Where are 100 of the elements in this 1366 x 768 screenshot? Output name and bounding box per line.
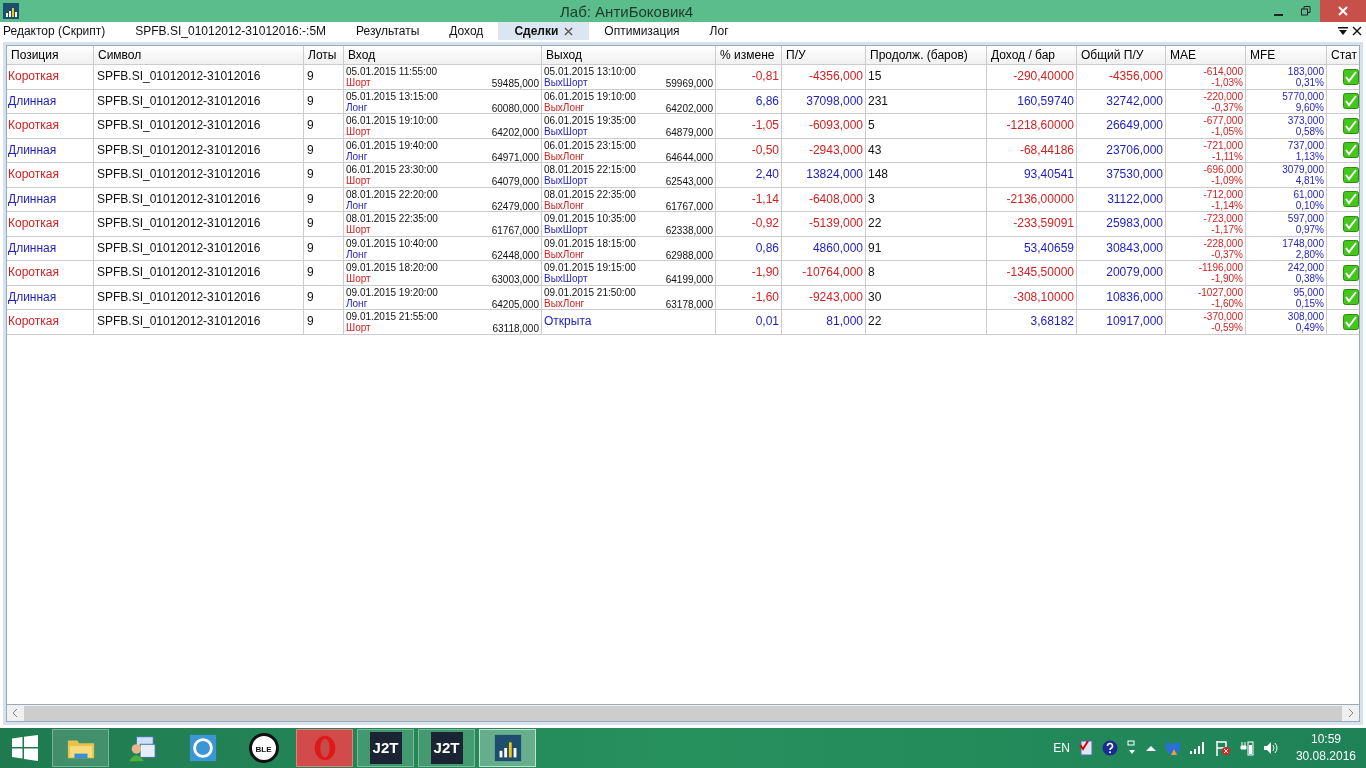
mae-value-percent: -1,90% — [1211, 273, 1243, 284]
people-chart-icon[interactable] — [126, 733, 157, 763]
profit-loss: -4356,000 — [808, 69, 863, 83]
windows-logo-icon[interactable] — [12, 735, 38, 761]
mfe-value: 3079,000 — [1282, 164, 1324, 175]
bar-chart-app-icon[interactable] — [492, 733, 523, 763]
column-header[interactable]: Лоты — [304, 46, 344, 64]
position-text: Длинная — [8, 240, 57, 255]
column-header[interactable]: MFE — [1246, 46, 1327, 64]
bars-count: 22 — [868, 216, 882, 230]
lots-text: 9 — [307, 191, 314, 206]
profit-loss: -9243,000 — [808, 289, 863, 304]
help-icon[interactable] — [1101, 740, 1118, 756]
speaker-icon[interactable] — [1262, 741, 1279, 755]
tab[interactable]: Результаты — [341, 22, 435, 40]
mfe-value: 242,000 — [1287, 262, 1324, 273]
circle-app-icon[interactable] — [187, 733, 218, 763]
time-text: 08.01.2015 22:35:00 — [544, 188, 636, 200]
lots-text: 9 — [307, 289, 314, 304]
mfe-value: 5770,000 — [1282, 90, 1324, 102]
clock-date[interactable]: 30.08.2016 — [1295, 748, 1356, 765]
total-profit-loss: 20079,000 — [1106, 265, 1163, 279]
shield-warning-icon[interactable] — [1164, 740, 1181, 756]
tab[interactable]: SPFB.SI_01012012-31012016:-:5M — [120, 22, 342, 40]
close-icon[interactable] — [1352, 26, 1362, 36]
price-text: 62448,000 — [491, 248, 539, 260]
signal-text: ВыхЛонг — [544, 297, 585, 309]
time-text: 05.01.2015 13:10:00 — [544, 66, 636, 77]
profit-loss: 81,000 — [826, 314, 863, 328]
taskbar-button[interactable]: J2T — [418, 729, 475, 767]
mae-value: -1196,000 — [1198, 262, 1243, 273]
price-text: 62543,000 — [665, 175, 713, 187]
price-text: 62338,000 — [665, 224, 713, 236]
position-text: Длинная — [8, 289, 57, 304]
tab[interactable]: Сделки — [498, 22, 590, 40]
column-header[interactable]: Доход / бар — [987, 46, 1077, 64]
j2t-logo[interactable]: J2T — [369, 732, 402, 764]
mfe-value: 737,000 — [1287, 139, 1324, 151]
tab[interactable]: Оптимизация — [589, 22, 695, 40]
price-text: 63118,000 — [492, 322, 539, 334]
taskbar-button[interactable]: J2T — [357, 729, 414, 767]
minimize-icon — [1273, 13, 1283, 16]
column-header[interactable]: Позиция — [7, 46, 94, 64]
per-bar-value: 53,40659 — [1023, 240, 1074, 255]
signal-text: ВыхЛонг — [544, 199, 585, 211]
j2t-logo[interactable]: J2T — [430, 732, 463, 764]
bars-count: 8 — [868, 265, 875, 279]
battery-plug-icon[interactable] — [1239, 740, 1254, 756]
show-hidden-icons-icon[interactable] — [1145, 745, 1156, 751]
mfe-value-percent: 0,97% — [1295, 224, 1324, 235]
mfe-value: 597,000 — [1287, 213, 1324, 224]
price-text: 60080,000 — [491, 101, 539, 113]
profit-loss: 4860,000 — [812, 240, 863, 255]
symbol-text: SPFB.SI_01012012-31012016 — [97, 142, 261, 157]
close-button[interactable] — [1320, 0, 1366, 22]
taskbar-button[interactable] — [479, 729, 536, 767]
tab[interactable]: Редактор (Скрипт) — [0, 22, 121, 40]
document-tray-icon[interactable] — [1078, 740, 1093, 756]
column-header[interactable]: % измене — [716, 46, 782, 64]
mfe-value: 183,000 — [1287, 66, 1324, 77]
column-header[interactable]: П/У — [782, 46, 866, 64]
column-header[interactable]: Общий П/У — [1077, 46, 1166, 64]
bars-count: 30 — [868, 289, 882, 304]
percent-change: -0,81 — [751, 69, 779, 83]
signal-text: ВыхЛонг — [544, 150, 585, 162]
restore-icon — [1301, 6, 1311, 16]
symbol-text: SPFB.SI_01012012-31012016 — [97, 289, 261, 304]
time-text: 09.01.2015 10:35:00 — [544, 213, 636, 224]
bars-count: 43 — [868, 142, 882, 157]
language-indicator[interactable]: EN — [1053, 739, 1070, 757]
total-profit-loss: 10836,000 — [1106, 289, 1163, 304]
dropdown-icon[interactable] — [1338, 26, 1348, 36]
column-header[interactable]: MAE — [1166, 46, 1246, 64]
total-profit-loss: 23706,000 — [1106, 142, 1163, 157]
tab[interactable]: Доход — [434, 22, 499, 40]
signal-text: ВыхЛонг — [544, 101, 585, 113]
mae-value-percent: -1,03% — [1211, 77, 1243, 88]
column-header[interactable]: Стат — [1327, 46, 1359, 64]
mfe-value: 373,000 — [1287, 115, 1324, 126]
ble-logo[interactable]: BLE — [248, 733, 279, 763]
clock-time[interactable]: 10:59 — [1310, 731, 1341, 748]
mae-value: -677,000 — [1203, 115, 1243, 126]
mae-value: -228,000 — [1203, 237, 1243, 249]
price-text: 64202,000 — [665, 101, 713, 113]
price-text: 64879,000 — [665, 126, 713, 138]
column-header[interactable]: Вход — [344, 46, 542, 64]
position-text: Короткая — [8, 216, 59, 230]
window-tray-icon[interactable] — [1126, 740, 1137, 756]
mae-value-percent: -0,37% — [1211, 248, 1243, 260]
taskbar-button[interactable]: BLE — [235, 729, 292, 767]
close-tab-icon[interactable] — [564, 26, 574, 36]
time-text: 06.01.2015 19:40:00 — [346, 139, 438, 151]
tab[interactable]: Лог — [694, 22, 744, 40]
price-text: 64205,000 — [491, 297, 539, 309]
column-header[interactable]: Выход — [542, 46, 716, 64]
flag-error-icon[interactable] — [1214, 740, 1231, 756]
column-header[interactable]: Продолж. (баров) — [866, 46, 987, 64]
app-chart-icon — [3, 3, 19, 19]
signal-icon[interactable] — [1189, 742, 1206, 754]
column-header[interactable]: Символ — [94, 46, 304, 64]
